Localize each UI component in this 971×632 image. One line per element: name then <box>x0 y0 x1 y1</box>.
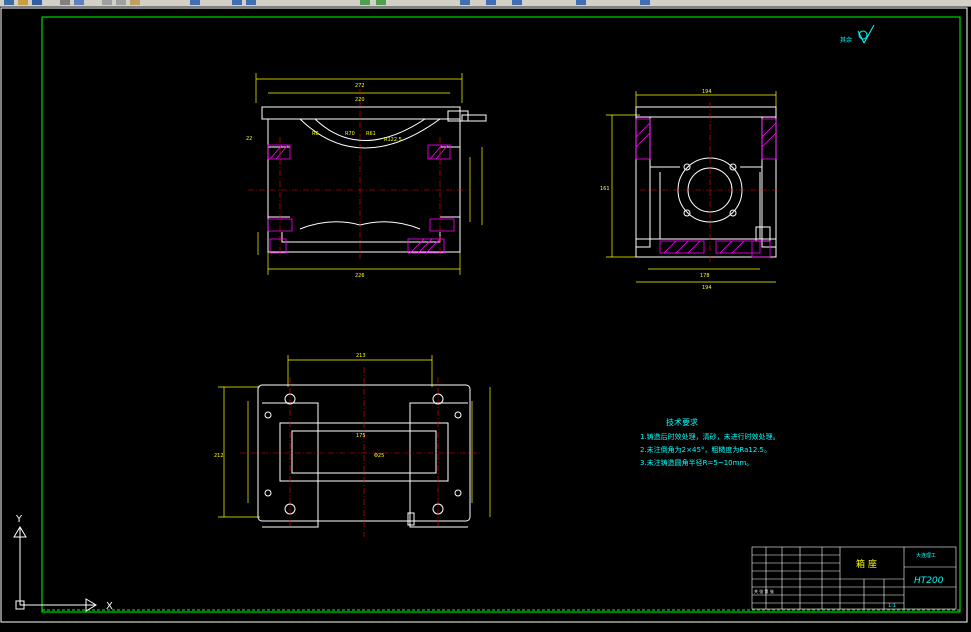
dim-r61: R61 <box>366 131 376 137</box>
zoom-icon[interactable] <box>376 0 386 5</box>
cut-icon[interactable] <box>102 0 112 5</box>
ucs-x-label: X <box>106 601 113 612</box>
dim-r70: R70 <box>345 131 355 137</box>
company-label: 大连理工 <box>916 552 936 559</box>
ucs-icon <box>13 526 97 612</box>
plan-view[interactable]: 213 175 212 Φ25 <box>214 353 491 537</box>
pan-icon[interactable] <box>360 0 370 5</box>
standard-toolbar <box>0 0 971 7</box>
dim-side-base: 178 <box>700 273 710 279</box>
dim-side-top: 194 <box>702 89 712 95</box>
copy-icon[interactable] <box>116 0 126 5</box>
layer-icon[interactable] <box>576 0 586 5</box>
dim-side-height: 161 <box>600 186 610 192</box>
dim-r6: R6 <box>312 131 319 137</box>
dim-272: 272 <box>355 83 365 89</box>
ucs-y-label: Y <box>15 514 23 525</box>
sheet-label: 共 张 第 张 <box>754 588 774 594</box>
roughness-label: 其余 <box>840 36 852 44</box>
dim-plan-inner: 175 <box>356 433 366 439</box>
tech-item-3: 3.未注铸造圆角半径R=5~10mm。 <box>640 458 753 467</box>
save-icon[interactable] <box>32 0 42 5</box>
side-view[interactable]: 194 178 194 161 <box>600 89 780 291</box>
dim-plan-left: 212 <box>214 453 224 459</box>
preview-icon[interactable] <box>74 0 84 5</box>
redo-icon[interactable] <box>246 0 256 5</box>
print-icon[interactable] <box>60 0 70 5</box>
undo-icon[interactable] <box>232 0 242 5</box>
front-view[interactable]: 272 220 22 226 R6 R70 R61 R122.5 <box>246 73 487 279</box>
outer-border <box>0 7 968 623</box>
scale-label: 1:1 <box>888 603 896 609</box>
dim-plan-bore: Φ25 <box>374 453 384 459</box>
dim-r122: R122.5 <box>384 137 402 143</box>
new-icon[interactable] <box>4 0 14 5</box>
dim-22: 22 <box>246 136 252 142</box>
tech-item-2: 2.未注倒角为2×45°，粗糙度为Ra12.5。 <box>640 445 771 454</box>
dim-plan-top: 213 <box>356 353 366 359</box>
tech-item-1: 1.铸造后时效处理，清砂，未进行时效处理。 <box>640 432 780 441</box>
paste-icon[interactable] <box>130 0 140 5</box>
match-icon[interactable] <box>190 0 200 5</box>
help-icon[interactable] <box>640 0 650 5</box>
dim-side-bottom: 194 <box>702 285 712 291</box>
tech-title: 技术要求 <box>666 417 698 427</box>
drawing-canvas[interactable]: 其余 272 220 22 226 R6 R70 R61 R122.5 194 … <box>0 7 971 628</box>
technical-requirements: 技术要求 1.铸造后时效处理，清砂，未进行时效处理。 2.未注倒角为2×45°，… <box>640 417 780 467</box>
properties-icon[interactable] <box>460 0 470 5</box>
designcenter-icon[interactable] <box>486 0 496 5</box>
open-icon[interactable] <box>18 0 28 5</box>
drawing-frame <box>41 16 961 613</box>
roughness-icon <box>857 24 875 44</box>
material-label: HT200 <box>914 576 944 586</box>
dim-226: 226 <box>355 273 365 279</box>
dim-220: 220 <box>355 97 365 103</box>
toolpalette-icon[interactable] <box>512 0 522 5</box>
part-name: 箱 座 <box>856 558 877 570</box>
